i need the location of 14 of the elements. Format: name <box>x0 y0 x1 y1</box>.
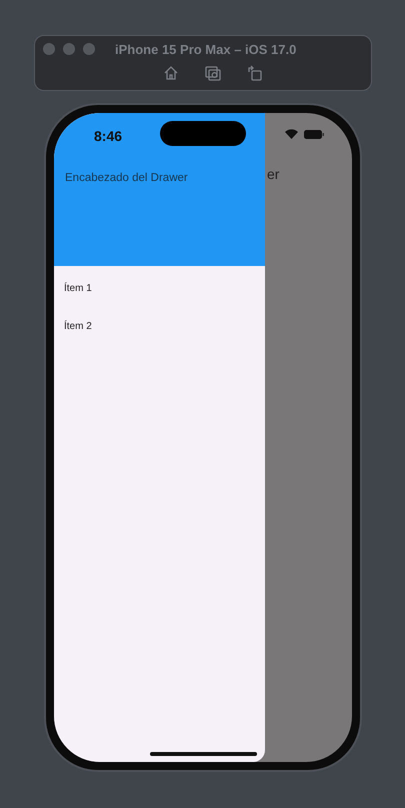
drawer-item[interactable]: Ítem 1 <box>54 263 265 301</box>
drawer-item[interactable]: Ítem 2 <box>54 301 265 339</box>
battery-icon <box>304 130 324 138</box>
app-bar-title: er <box>267 166 280 182</box>
close-button[interactable] <box>43 43 55 55</box>
window-title: iPhone 15 Pro Max – iOS 17.0 <box>115 42 296 56</box>
drawer-header-title: Encabezado del Drawer <box>65 172 188 184</box>
zoom-button[interactable] <box>83 43 95 55</box>
wifi-icon <box>285 129 298 139</box>
minimize-button[interactable] <box>63 43 75 55</box>
rotate-icon[interactable] <box>246 64 264 82</box>
screenshot-icon[interactable] <box>204 64 222 82</box>
status-time: 8:46 <box>94 128 122 144</box>
home-icon[interactable] <box>162 64 180 82</box>
